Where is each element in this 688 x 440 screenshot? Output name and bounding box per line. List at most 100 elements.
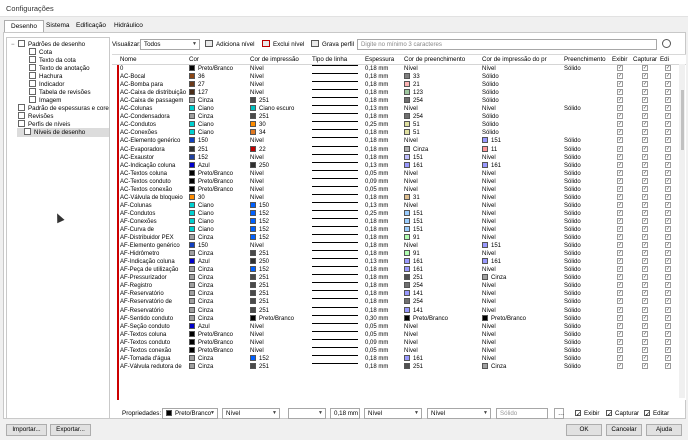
- visibility-checkbox[interactable]: ✓: [665, 226, 671, 232]
- visibility-checkbox[interactable]: ✓: [642, 121, 648, 128]
- visibility-checkbox[interactable]: ✓: [617, 346, 623, 353]
- table-row[interactable]: AC-Elemento genérico 150 Nível 0,18 mm Nível…: [112, 137, 686, 145]
- visibility-checkbox[interactable]: ✓: [617, 234, 623, 241]
- visibility-checkbox[interactable]: ✓: [642, 65, 648, 71]
- table-row[interactable]: AC-Indicação coluna Azul 250 0,13 mm 161 161 S…: [112, 161, 686, 170]
- table-row[interactable]: AC-Textos conexão Preto/Branco Nível 0,05 m…: [112, 185, 686, 194]
- column-header[interactable]: Cor de impressão: [250, 56, 299, 63]
- visibility-checkbox[interactable]: ✓: [642, 201, 648, 208]
- table-row[interactable]: AF-Hidrômetro Cinza 251 0,18 mm 91 Nível Sólid…: [112, 250, 686, 258]
- visibility-checkbox[interactable]: ✓: [617, 121, 623, 128]
- visibility-checkbox[interactable]: ✓: [617, 266, 623, 273]
- pattern-select[interactable]: Sólido: [496, 408, 548, 419]
- table-row[interactable]: AC-Bomba para 27 Nível 0,18 mm 21 Sólido ✓ ✓ ✓: [112, 81, 686, 89]
- visibility-checkbox[interactable]: ✓: [617, 105, 623, 112]
- visibility-checkbox[interactable]: ✓: [617, 169, 623, 176]
- visibility-checkbox[interactable]: ✓: [665, 161, 671, 168]
- visibility-checkbox[interactable]: ✓: [617, 298, 623, 305]
- visibility-checkbox[interactable]: ✓: [617, 161, 623, 168]
- visibility-checkbox[interactable]: ✓: [617, 201, 623, 208]
- visibility-checkbox[interactable]: ✓: [642, 242, 648, 249]
- visibility-checkbox[interactable]: ✓: [617, 89, 623, 96]
- visibility-checkbox[interactable]: ✓: [642, 145, 648, 152]
- visibility-checkbox[interactable]: ✓: [617, 322, 623, 329]
- visibility-checkbox[interactable]: ✓: [665, 322, 671, 329]
- view-select[interactable]: Todos ▼: [140, 39, 200, 50]
- visibility-checkbox[interactable]: ✓: [665, 346, 671, 353]
- scrollbar-thumb[interactable]: [681, 90, 684, 150]
- visibility-checkbox[interactable]: ✓: [617, 177, 623, 184]
- table-row[interactable]: AC-Válvula de bloqueio 30 Nível 0,18 mm 31 Ní…: [112, 193, 686, 202]
- table-row[interactable]: AF-Reservatório de Cinza 251 0,18 mm 254 Níve…: [112, 298, 686, 306]
- edit-checkbox[interactable]: ✓ Editar: [644, 410, 669, 418]
- table-row[interactable]: AC-Textos coluna Preto/Branco Nível 0,05 mm…: [112, 169, 686, 178]
- visibility-checkbox[interactable]: ✓: [642, 258, 648, 265]
- table-row[interactable]: AF-Textos conexão Preto/Branco Nível 0,05 m…: [112, 346, 686, 355]
- color-select[interactable]: Preto/Branco ▼: [162, 408, 218, 419]
- visibility-checkbox[interactable]: ✓: [665, 153, 671, 160]
- visibility-checkbox[interactable]: ✓: [617, 242, 623, 249]
- cancel-button[interactable]: Cancelar: [606, 424, 642, 436]
- show-checkbox[interactable]: ✓ Exibir: [575, 410, 599, 418]
- visibility-checkbox[interactable]: ✓: [665, 217, 671, 224]
- table-row[interactable]: AC-Exaustor 152 Nível 0,18 mm 151 Nível Sólido…: [112, 153, 686, 162]
- visibility-checkbox[interactable]: ✓: [665, 73, 671, 80]
- table-row[interactable]: AC-Textos conduto Preto/Branco Nível 0,09 m…: [112, 177, 686, 186]
- visibility-checkbox[interactable]: ✓: [642, 314, 648, 321]
- table-row[interactable]: AC-Colunas Ciano Ciano escuro 0,13 mm Nível N…: [112, 105, 686, 113]
- visibility-checkbox[interactable]: ✓: [617, 185, 623, 192]
- visibility-checkbox[interactable]: ✓: [665, 185, 671, 192]
- visibility-checkbox[interactable]: ✓: [665, 282, 671, 289]
- visibility-checkbox[interactable]: ✓: [665, 193, 671, 200]
- visibility-checkbox[interactable]: ✓: [665, 274, 671, 281]
- table-row[interactable]: AF-Distribuidor PEX Cinza 152 0,18 mm 91 Níve…: [112, 234, 686, 242]
- visibility-checkbox[interactable]: ✓: [617, 65, 623, 71]
- visibility-checkbox[interactable]: ✓: [665, 145, 671, 152]
- visibility-checkbox[interactable]: ✓: [617, 129, 623, 136]
- visibility-checkbox[interactable]: ✓: [617, 362, 623, 369]
- visibility-checkbox[interactable]: ✓: [617, 250, 623, 257]
- table-row[interactable]: AF-Reservatório Cinza 251 0,18 mm 141 Nível Só…: [112, 306, 686, 315]
- search-icon[interactable]: [662, 39, 671, 48]
- visibility-checkbox[interactable]: ✓: [665, 330, 671, 337]
- fill-color-select[interactable]: Nível ▼: [364, 408, 422, 419]
- capture-checkbox[interactable]: ✓ Capturar: [606, 410, 639, 418]
- visibility-checkbox[interactable]: ✓: [665, 81, 671, 88]
- export-button[interactable]: Exportar...: [50, 424, 91, 436]
- visibility-checkbox[interactable]: ✓: [665, 298, 671, 305]
- help-button[interactable]: Ajuda: [646, 424, 682, 436]
- table-row[interactable]: AC-Conexões Ciano 34 0,18 mm 51 Sólido ✓ ✓ ✓: [112, 129, 686, 137]
- visibility-checkbox[interactable]: ✓: [617, 81, 623, 88]
- column-header[interactable]: Cor: [189, 56, 199, 63]
- visibility-checkbox[interactable]: ✓: [617, 226, 623, 232]
- tree-item[interactable]: Níveis de desenho: [17, 128, 109, 137]
- table-row[interactable]: AF-Peça de utilização Cinza 152 0,18 mm 161 N…: [112, 266, 686, 274]
- save-profile-button[interactable]: Grava perfil: [311, 40, 354, 48]
- column-header[interactable]: Preenchimento: [564, 56, 606, 63]
- search-input[interactable]: Digite no mínimo 3 caracteres: [357, 39, 657, 50]
- visibility-checkbox[interactable]: ✓: [642, 282, 648, 289]
- visibility-checkbox[interactable]: ✓: [642, 234, 648, 241]
- visibility-checkbox[interactable]: ✓: [642, 137, 648, 144]
- visibility-checkbox[interactable]: ✓: [642, 266, 648, 273]
- table-row[interactable]: AF-Sentido conduto Cinza Preto/Branco 0,30 …: [112, 314, 686, 323]
- visibility-checkbox[interactable]: ✓: [665, 314, 671, 321]
- visibility-checkbox[interactable]: ✓: [642, 105, 648, 112]
- visibility-checkbox[interactable]: ✓: [642, 338, 648, 345]
- table-row[interactable]: AC-Bocal 36 Nível 0,18 mm 33 Sólido ✓ ✓ ✓: [112, 73, 686, 81]
- column-header[interactable]: Edi: [660, 56, 669, 63]
- visibility-checkbox[interactable]: ✓: [665, 113, 671, 120]
- visibility-checkbox[interactable]: ✓: [665, 338, 671, 345]
- visibility-checkbox[interactable]: ✓: [617, 306, 623, 313]
- table-row[interactable]: AF-Textos conduto Preto/Branco Nível 0,09 m…: [112, 338, 686, 347]
- visibility-checkbox[interactable]: ✓: [617, 209, 623, 216]
- visibility-checkbox[interactable]: ✓: [665, 290, 671, 297]
- table-row[interactable]: AF-Reservatório Cinza 251 0,18 mm 141 Nível Só…: [112, 290, 686, 298]
- visibility-checkbox[interactable]: ✓: [617, 354, 623, 361]
- visibility-checkbox[interactable]: ✓: [642, 330, 648, 337]
- table-row[interactable]: AC-Caixa de distribuição 127 Nível 0,18 mm 1…: [112, 89, 686, 97]
- column-header[interactable]: Cor de impressão do pr: [482, 56, 547, 63]
- visibility-checkbox[interactable]: ✓: [642, 346, 648, 353]
- visibility-checkbox[interactable]: ✓: [665, 65, 671, 71]
- visibility-checkbox[interactable]: ✓: [642, 161, 648, 168]
